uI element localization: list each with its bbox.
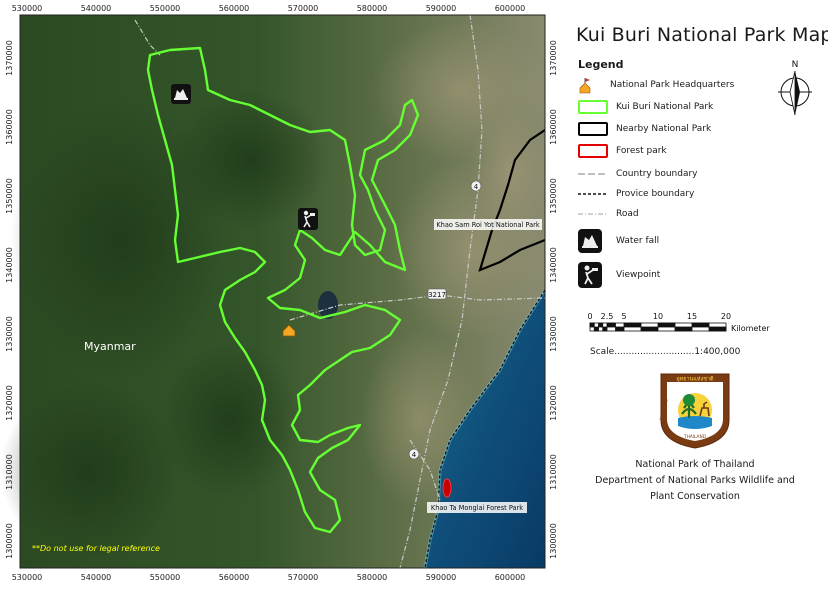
grid-y-left-1330000: 1330000 [5, 316, 14, 352]
grid-x-bottom-540000: 540000 [81, 573, 112, 582]
nearby-park-swatch [578, 122, 608, 136]
grid-y-right-1360000: 1360000 [549, 109, 558, 145]
legend-item-country-boundary: Country boundary [578, 165, 698, 183]
grid-x-top-540000: 540000 [81, 4, 112, 13]
legend-item-road: Road [578, 205, 639, 223]
viewpoint-icon [578, 262, 602, 288]
logo-bottom-text: THAILAND [683, 434, 707, 440]
province-boundary-line [578, 193, 608, 195]
grid-x-top-550000: 550000 [150, 4, 181, 13]
disclaimer-text: **Do not use for legal reference [32, 544, 160, 553]
grid-y-right-1320000: 1320000 [549, 385, 558, 421]
label-sam-roi-yot: Khao Sam Roi Yot National Park [434, 219, 542, 230]
legend-label-viewpoint: Viewpoint [616, 270, 661, 280]
headquarters-icon [579, 78, 591, 94]
kui-buri-boundary-swatch [578, 100, 608, 114]
scale-bar: 0 2.5 5 10 15 20 Kilometer [587, 312, 770, 333]
grid-y-right-1310000: 1310000 [549, 454, 558, 490]
svg-text:Khao Ta Monglai Forest Park: Khao Ta Monglai Forest Park [431, 504, 523, 512]
legend-label-headquarters: National Park Headquarters [610, 80, 735, 90]
legend-label-kui-buri: Kui Buri National Park [616, 102, 714, 112]
grid-x-top-570000: 570000 [288, 4, 319, 13]
grid-y-left-1300000: 1300000 [5, 523, 14, 559]
grid-x-top-580000: 580000 [357, 4, 388, 13]
scale-tick-15: 15 [687, 312, 697, 321]
legend-label-province-boundary: Provice boundary [616, 189, 695, 199]
legend-item-forest-park: Forest park [578, 142, 667, 160]
grid-y-left-1340000: 1340000 [5, 247, 14, 283]
grid-y-right-1350000: 1350000 [549, 178, 558, 214]
grid-x-bottom-570000: 570000 [288, 573, 319, 582]
grid-x-bottom-590000: 590000 [426, 573, 457, 582]
grid-x-bottom-530000: 530000 [12, 573, 43, 582]
legend-heading: Legend [578, 58, 624, 71]
legend-item-nearby-park: Nearby National Park [578, 120, 711, 138]
map-frame[interactable]: 3217 4 4 Myanmar Khao Sam Roi Yot Nation… [0, 0, 565, 585]
svg-text:Khao Sam Roi Yot National Park: Khao Sam Roi Yot National Park [436, 221, 540, 229]
grid-x-top-530000: 530000 [12, 4, 43, 13]
ta-mong-lai-forest-park [442, 478, 452, 498]
grid-y-left-1350000: 1350000 [5, 178, 14, 214]
credits-line-2: Department of National Parks Wildlife an… [595, 475, 795, 486]
grid-y-right-1300000: 1300000 [549, 523, 558, 559]
grid-x-bottom-560000: 560000 [219, 573, 250, 582]
road-label-4b: 4 [412, 451, 417, 459]
road-shield-3217: 3217 [427, 288, 447, 300]
national-park-logo: อุทยานแห่งชาติ NATIONAL PARK THAILAND [658, 373, 730, 449]
grid-x-top-590000: 590000 [426, 4, 457, 13]
credits-line-3: Plant Conservation [650, 491, 740, 502]
scale-unit: Kilometer [731, 324, 770, 333]
grid-y-right-1340000: 1340000 [549, 247, 558, 283]
legend-label-road: Road [616, 209, 639, 219]
road-shield-4b: 4 [408, 448, 420, 460]
waterfall-icon [578, 229, 602, 253]
grid-x-bottom-600000: 600000 [495, 573, 526, 582]
waterfall-marker[interactable] [171, 84, 191, 104]
legend-item-viewpoint: Viewpoint [578, 261, 660, 289]
map-canvas[interactable]: 3217 4 4 Myanmar Khao Sam Roi Yot Nation… [0, 0, 565, 585]
north-label: N [792, 60, 799, 70]
grid-y-right-1370000: 1370000 [549, 40, 558, 76]
legend-label-forest-park: Forest park [616, 146, 667, 156]
credits: National Park of Thailand Department of … [585, 457, 805, 505]
logo-top-text: อุทยานแห่งชาติ [676, 376, 714, 383]
viewpoint-marker[interactable] [298, 208, 318, 230]
road-shield-4a: 4 [470, 180, 482, 192]
grid-x-bottom-550000: 550000 [150, 573, 181, 582]
grid-y-left-1320000: 1320000 [5, 385, 14, 421]
grid-x-top-600000: 600000 [495, 4, 526, 13]
forest-park-swatch [578, 144, 608, 158]
legend-item-province-boundary: Provice boundary [578, 185, 694, 203]
map-title: Kui Buri National Park Map [576, 24, 828, 46]
scale-tick-20: 20 [721, 312, 731, 321]
grid-y-left-1370000: 1370000 [5, 40, 14, 76]
grid-x-top-560000: 560000 [219, 4, 250, 13]
scale-tick-10: 10 [653, 312, 663, 321]
scale-tick-2-5: 2.5 [601, 312, 614, 321]
grid-y-left-1360000: 1360000 [5, 109, 14, 145]
road-line [578, 213, 608, 215]
legend-item-kui-buri: Kui Buri National Park [578, 98, 713, 116]
grid-x-bottom-580000: 580000 [357, 573, 388, 582]
north-arrow: N [778, 60, 812, 116]
road-label-3217: 3217 [428, 291, 446, 299]
legend-label-country-boundary: Country boundary [616, 169, 698, 179]
scale-ratio: Scale............................1:400,0… [590, 347, 741, 357]
scale-tick-0: 0 [587, 312, 592, 321]
grid-y-right-1330000: 1330000 [549, 316, 558, 352]
legend-item-headquarters: National Park Headquarters [578, 76, 734, 94]
legend-item-waterfall: Water fall [578, 227, 659, 255]
country-boundary-line [578, 173, 608, 175]
label-myanmar: Myanmar [84, 340, 136, 353]
grid-y-left-1310000: 1310000 [5, 454, 14, 490]
legend-label-waterfall: Water fall [616, 236, 660, 246]
legend-label-nearby-park: Nearby National Park [616, 124, 712, 134]
scale-tick-5: 5 [621, 312, 626, 321]
credits-line-1: National Park of Thailand [635, 459, 755, 470]
road-label-4a: 4 [474, 183, 479, 191]
label-ta-mong-lai: Khao Ta Monglai Forest Park [427, 502, 527, 513]
